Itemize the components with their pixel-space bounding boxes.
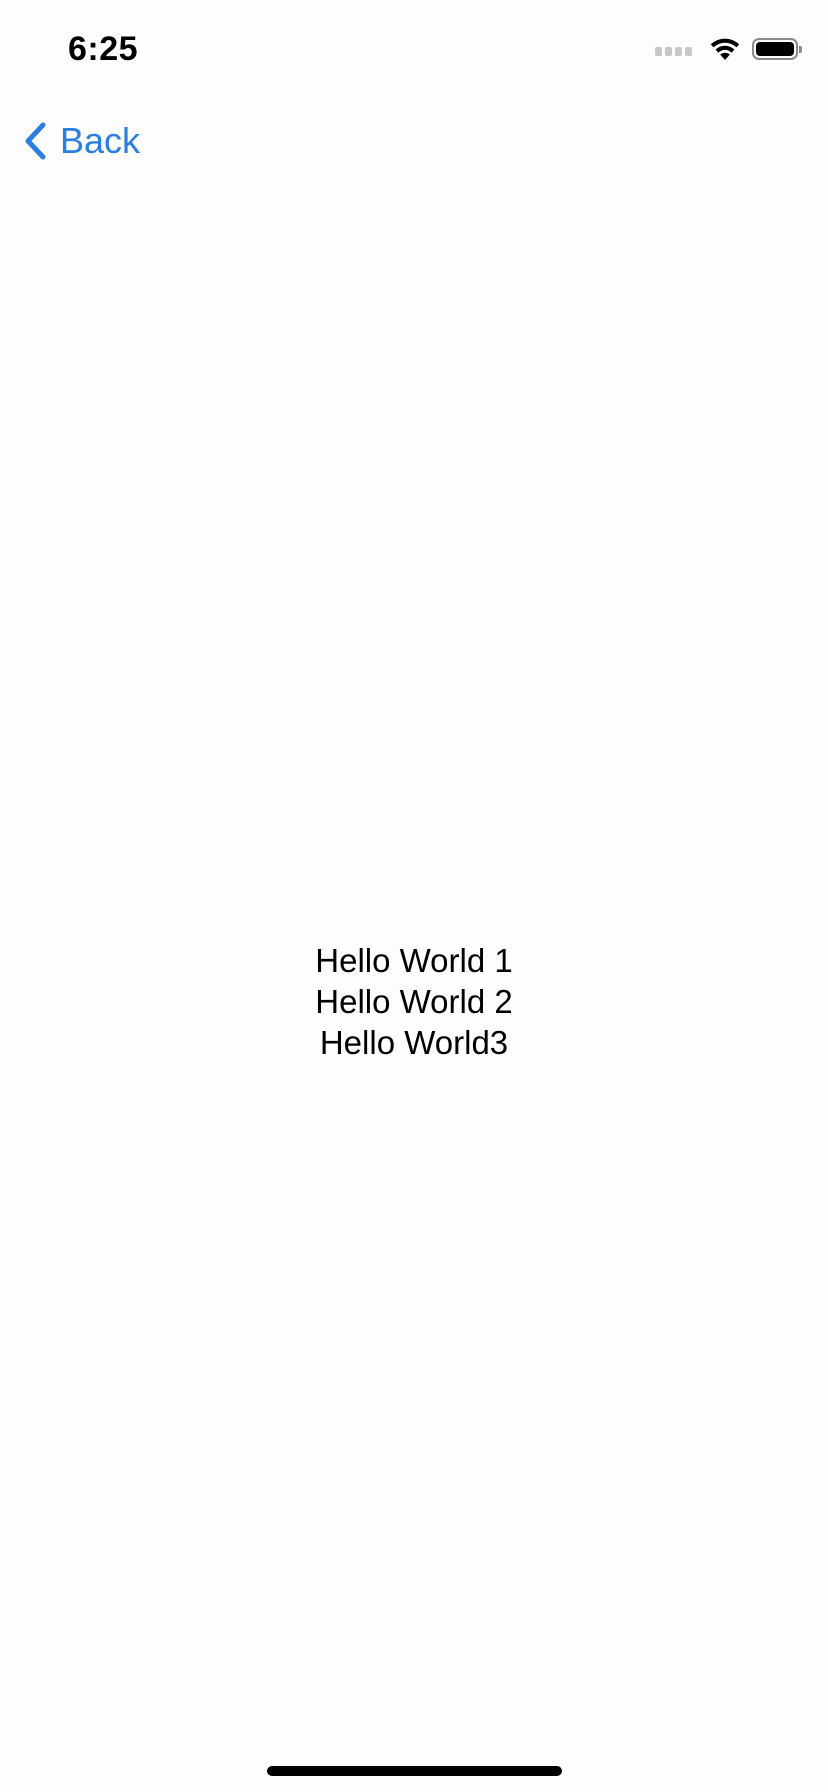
hello-world-2-text: Hello World 2 [315,983,513,1020]
chevron-left-icon [25,122,46,160]
hello-world-1-text: Hello World 1 [315,942,513,979]
wifi-icon [710,38,740,60]
app-screen: 6:25 Back Hello World 1 Hello World 2 He… [0,0,828,1792]
navigation-bar: Back [0,100,828,188]
status-icons [655,36,802,62]
status-time: 6:25 [68,30,139,68]
hello-world-3-text: Hello World3 [319,1024,509,1061]
back-label: Back [60,120,141,161]
back-button[interactable]: Back [22,120,140,162]
status-bar: 6:25 [0,0,828,100]
signal-icon [655,42,692,56]
hello-text-block: Hello World 1 Hello World 2 Hello World3 [0,940,828,1063]
battery-icon [752,38,802,60]
home-indicator[interactable] [267,1766,562,1776]
